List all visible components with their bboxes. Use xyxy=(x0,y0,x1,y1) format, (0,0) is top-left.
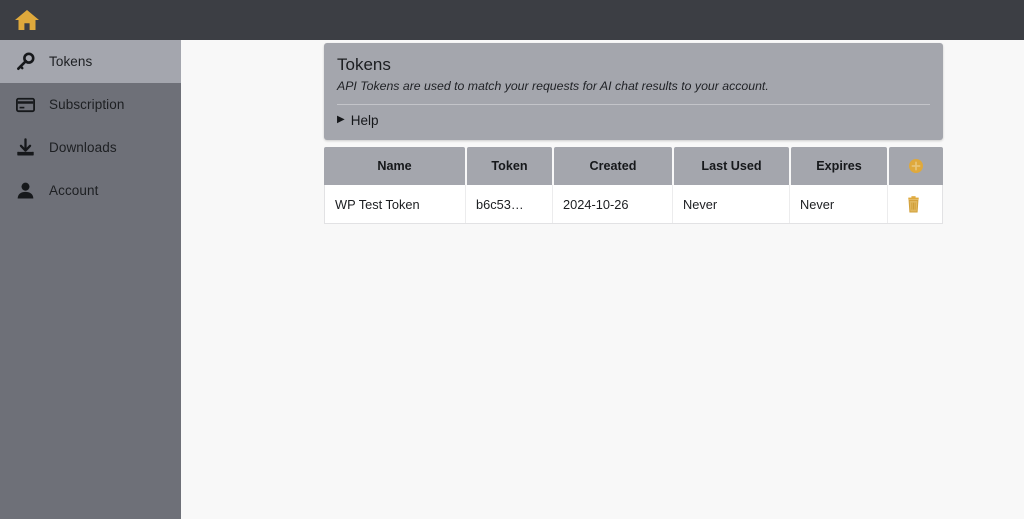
trash-icon xyxy=(906,196,921,213)
delete-token-button[interactable] xyxy=(888,185,938,223)
chevron-right-icon: ▶ xyxy=(337,115,345,125)
cell-name: WP Test Token xyxy=(325,185,466,223)
table-header-row: Name Token Created Last Used Expires xyxy=(324,147,943,185)
add-circle-icon xyxy=(909,159,923,173)
main-content: Tokens API Tokens are used to match your… xyxy=(181,40,1024,519)
divider xyxy=(337,104,930,105)
cell-last-used: Never xyxy=(673,185,790,223)
download-icon xyxy=(10,133,40,163)
key-icon xyxy=(10,47,40,77)
sidebar-item-label: Downloads xyxy=(49,140,117,155)
add-token-button[interactable] xyxy=(889,147,943,185)
sidebar-item-account[interactable]: Account xyxy=(0,169,181,212)
table-header-created[interactable]: Created xyxy=(554,147,672,185)
tokens-table: Name Token Created Last Used Expires WP … xyxy=(324,147,943,224)
sidebar-item-downloads[interactable]: Downloads xyxy=(0,126,181,169)
table-row: WP Test Token b6c53… 2024-10-26 Never Ne… xyxy=(324,185,943,224)
home-button[interactable] xyxy=(0,0,54,40)
cell-expires: Never xyxy=(790,185,888,223)
sidebar-item-label: Subscription xyxy=(49,97,125,112)
tokens-panel: Tokens API Tokens are used to match your… xyxy=(324,43,943,140)
table-header-token[interactable]: Token xyxy=(467,147,552,185)
sidebar: Tokens Subscription Downloads xyxy=(0,40,181,519)
help-disclosure[interactable]: ▶ Help xyxy=(337,112,930,130)
person-icon xyxy=(10,176,40,206)
home-icon xyxy=(14,8,40,32)
sidebar-item-tokens[interactable]: Tokens xyxy=(0,40,181,83)
app-root: Tokens Subscription Downloads xyxy=(0,0,1024,519)
cell-token: b6c53… xyxy=(466,185,553,223)
sidebar-item-subscription[interactable]: Subscription xyxy=(0,83,181,126)
cell-created: 2024-10-26 xyxy=(553,185,673,223)
sidebar-item-label: Account xyxy=(49,183,98,198)
table-header-name[interactable]: Name xyxy=(324,147,465,185)
table-header-expires[interactable]: Expires xyxy=(791,147,887,185)
sidebar-item-label: Tokens xyxy=(49,54,92,69)
table-header-last-used[interactable]: Last Used xyxy=(674,147,789,185)
credit-card-icon xyxy=(10,90,40,120)
page-subtitle: API Tokens are used to match your reques… xyxy=(337,78,930,95)
page-title: Tokens xyxy=(337,54,930,76)
top-bar xyxy=(0,0,1024,40)
help-label: Help xyxy=(351,113,379,128)
